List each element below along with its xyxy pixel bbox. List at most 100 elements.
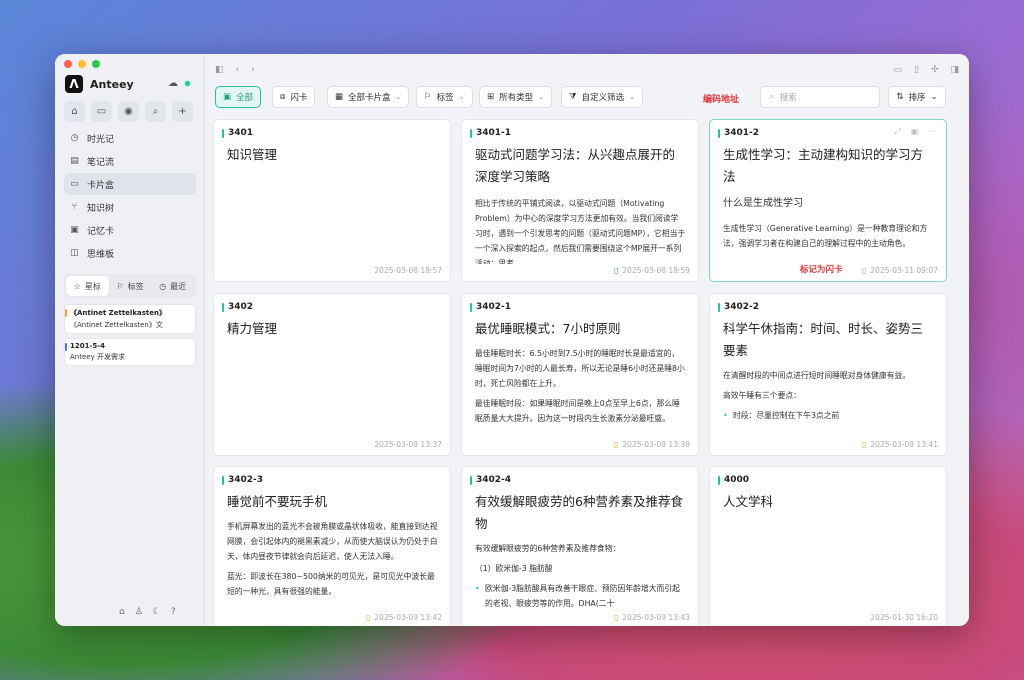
grid-icon: ▦ [335, 92, 344, 102]
card-date-text: 2025-03-09 13:41 [870, 440, 938, 449]
clock-icon: ◷ [159, 281, 167, 291]
card-date-text: 2025-03-08 18:57 [374, 266, 442, 275]
note-icon: ▯ [862, 440, 867, 449]
card-bullet: 时段：尽量控制在下午3点之前 [723, 408, 934, 423]
add-button[interactable]: + [172, 101, 193, 122]
card[interactable]: 4000 人文学科 2025-01-30 16:20 [709, 466, 947, 626]
app-logo-icon: Λ [65, 75, 83, 93]
sidebar-item-timeline[interactable]: ◷ 时光记 [64, 127, 196, 149]
forward-icon[interactable]: › [251, 65, 255, 75]
chevron-down-icon: ⌄ [395, 93, 402, 101]
zoom-window-button[interactable] [92, 60, 100, 68]
minimize-window-button[interactable] [78, 60, 86, 68]
card-paragraph: 高效午睡有三个要点： [723, 391, 801, 400]
card-date: 2025-03-09 13:37 [374, 440, 442, 449]
card[interactable]: 3402-3 睡觉前不要玩手机 手机屏幕发出的蓝光不会被角膜或晶状体吸收，能直接… [213, 466, 451, 626]
clipboard-icon[interactable]: ▯ [914, 65, 919, 75]
card[interactable]: 3401-1 驱动式问题学习法：从兴趣点展开的深度学习策略 相比于传统的平铺式阅… [461, 119, 699, 282]
sidebar-item-mind-board[interactable]: ◫ 思维板 [64, 242, 196, 264]
card-date-text: 2025-03-09 13:37 [374, 440, 442, 449]
help-icon[interactable]: ? [171, 607, 176, 617]
chevron-down-icon: ⌄ [538, 93, 545, 101]
tab-recent[interactable]: ◷ 最近 [151, 276, 194, 296]
sidebar-item-notes[interactable]: ▤ 笔记流 [64, 150, 196, 172]
list-item[interactable]: 《Antinet Zettelkasten》 《Antinet Zettelka… [64, 304, 196, 334]
more-icon[interactable]: ··· [928, 127, 936, 137]
tag-select[interactable]: ⚐ 标签 ⌄ [416, 86, 473, 108]
starred-item-title: 1201-5-4 [70, 342, 106, 350]
chevron-down-icon: ⌄ [629, 93, 635, 101]
expand-icon[interactable]: ⤢ [894, 127, 900, 137]
toggle-sidebar-icon[interactable]: ◧ [215, 65, 224, 75]
tab-tags[interactable]: ⚐ 标签 [109, 276, 152, 296]
card-body: 有效缓解眼疲劳的6种营养素及推荐食物： （1）欧米伽-3 脂肪酸 欧米伽-3脂肪… [475, 541, 686, 611]
search-icon: ⌕ [769, 92, 774, 102]
sidebar-item-card-box[interactable]: ▭ 卡片盒 [64, 173, 196, 195]
card-paragraph: 蓝光：即波长在380~500纳米的可见光，是可见光中波长最短的一种光，具有很强的… [227, 572, 435, 596]
card[interactable]: 3402-2 科学午休指南：时间、时长、姿势三要素 在清醒时段的中间点进行短时间… [709, 293, 947, 456]
card[interactable]: 3402 精力管理 2025-03-09 13:37 [213, 293, 451, 456]
theme-icon[interactable]: ♙ [135, 607, 143, 617]
save-icon[interactable]: ▣ [911, 127, 919, 137]
printer-icon[interactable]: ▭ [893, 65, 902, 75]
card-paragraph: 在清醒时段的中间点进行短时间睡眠对身体健康有益。 [723, 371, 911, 380]
card-date-text: 2025-03-08 18:59 [622, 266, 690, 275]
flashcard-icon: ⧈ [280, 92, 286, 102]
card[interactable]: 3401-2 ⤢ ▣ ··· 生成性学习：主动建构知识的学习方法 什么是生成性学… [709, 119, 947, 282]
card-date: ▯ 2025-03-09 13:42 [366, 613, 442, 622]
card[interactable]: 3401 知识管理 2025-03-08 18:57 [213, 119, 451, 282]
window-controls [64, 60, 100, 68]
sidebar-item-memory-cards[interactable]: ▣ 记忆卡 [64, 219, 196, 241]
sort-button[interactable]: ⇅ 排序 ⌄ [888, 86, 946, 108]
card-box-select[interactable]: ▦ 全部卡片盒 ⌄ [327, 86, 410, 108]
tab-label: 最近 [170, 281, 187, 291]
tab-label: 星标 [84, 281, 101, 291]
tab-starred[interactable]: ☆ 星标 [66, 276, 109, 296]
top-toolbar: ◧ ‹ › ▭ ▯ ✣ ◨ [205, 54, 969, 84]
card-box-icon: ▭ [70, 179, 79, 189]
app-name: Anteey [90, 77, 134, 91]
app-window: Λ Anteey ☁ ⌂ ▭ ◉ ⌕ + ◷ 时光记 ▤ 笔记流 ▭ 卡片盒 ⑂ 知识树… [55, 54, 969, 626]
card[interactable]: 3402-4 有效缓解眼疲劳的6种营养素及推荐食物 有效缓解眼疲劳的6种营养素及… [461, 466, 699, 626]
card-actions: ⤢ ▣ ··· [894, 127, 936, 137]
search-button[interactable]: ⌕ [145, 101, 166, 122]
list-item[interactable]: 1201-5-4 Anteey 开发需求 [64, 338, 196, 366]
card[interactable]: 3402-1 最优睡眠模式：7小时原则 最佳睡眠时长：6.5小时到7.5小时的睡… [461, 293, 699, 456]
card-date: 2025-03-08 18:57 [374, 266, 442, 275]
settings-icon[interactable]: ✣ [931, 65, 939, 75]
cloud-sync-icon[interactable]: ☁ [168, 78, 178, 89]
view-button[interactable]: ◉ [118, 101, 139, 122]
moon-icon[interactable]: ☾ [153, 607, 161, 617]
sync-status-dot [184, 80, 191, 87]
back-icon[interactable]: ‹ [236, 65, 240, 75]
filter-label: 全部卡片盒 [348, 93, 391, 103]
type-select[interactable]: ⊞ 所有类型 ⌄ [479, 86, 553, 108]
note-icon: ▯ [366, 613, 371, 622]
sort-icon: ⇅ [896, 92, 904, 102]
card-date: 2025-01-30 16:20 [870, 613, 938, 622]
sidebar-tabs: ☆ 星标 ⚐ 标签 ◷ 最近 [64, 274, 196, 298]
card-paragraph: 有效缓解眼疲劳的6种营养素及推荐食物： [475, 544, 621, 553]
sidebar-item-knowledge-tree[interactable]: ⑂ 知识树 [64, 196, 196, 218]
card-date: ▯ 2025-03-11 09:07 [862, 266, 938, 275]
card-date: ▯ 2025-03-09 13:41 [862, 440, 938, 449]
card-paragraph: 生成性学习（Generative Learning）是一种教育理论和方法，强调学… [723, 224, 928, 248]
card-paragraph: 手机屏幕发出的蓝光不会被角膜或晶状体吸收，能直接到达视网膜，会引起体内的褪黑素减… [227, 522, 438, 561]
home-button[interactable]: ⌂ [64, 101, 85, 122]
filter-flashcard-button[interactable]: ⧈ 闪卡 [272, 86, 316, 108]
plugin-icon[interactable]: ⌂ [119, 607, 125, 617]
print-button[interactable]: ▭ [91, 101, 112, 122]
sidebar: Λ Anteey ☁ ⌂ ▭ ◉ ⌕ + ◷ 时光记 ▤ 笔记流 ▭ 卡片盒 ⑂ 知识树… [55, 54, 205, 626]
search-input[interactable]: ⌕ 搜索 [760, 86, 880, 108]
filter-all-button[interactable]: ▣ 全部 [215, 86, 262, 108]
panel-icon[interactable]: ◨ [950, 65, 959, 75]
card-paragraph: 最佳睡眠时长：6.5小时到7.5小时的睡眠时长是最适宜的，睡眠时间为7小时的人最… [475, 349, 685, 388]
close-window-button[interactable] [64, 60, 72, 68]
custom-filter-select[interactable]: ⧩ 自定义筛选 ⌄ [561, 86, 643, 108]
card-date: ▯ 2025-03-09 13:43 [614, 613, 690, 622]
brand: Λ Anteey [65, 75, 134, 93]
star-icon: ☆ [73, 281, 81, 291]
card-paragraph: （1）欧米伽-3 脂肪酸 [475, 564, 553, 573]
mark-flashcard-button[interactable]: 标记为闪卡 [800, 263, 843, 275]
card-id: 3402-4 [470, 475, 511, 485]
